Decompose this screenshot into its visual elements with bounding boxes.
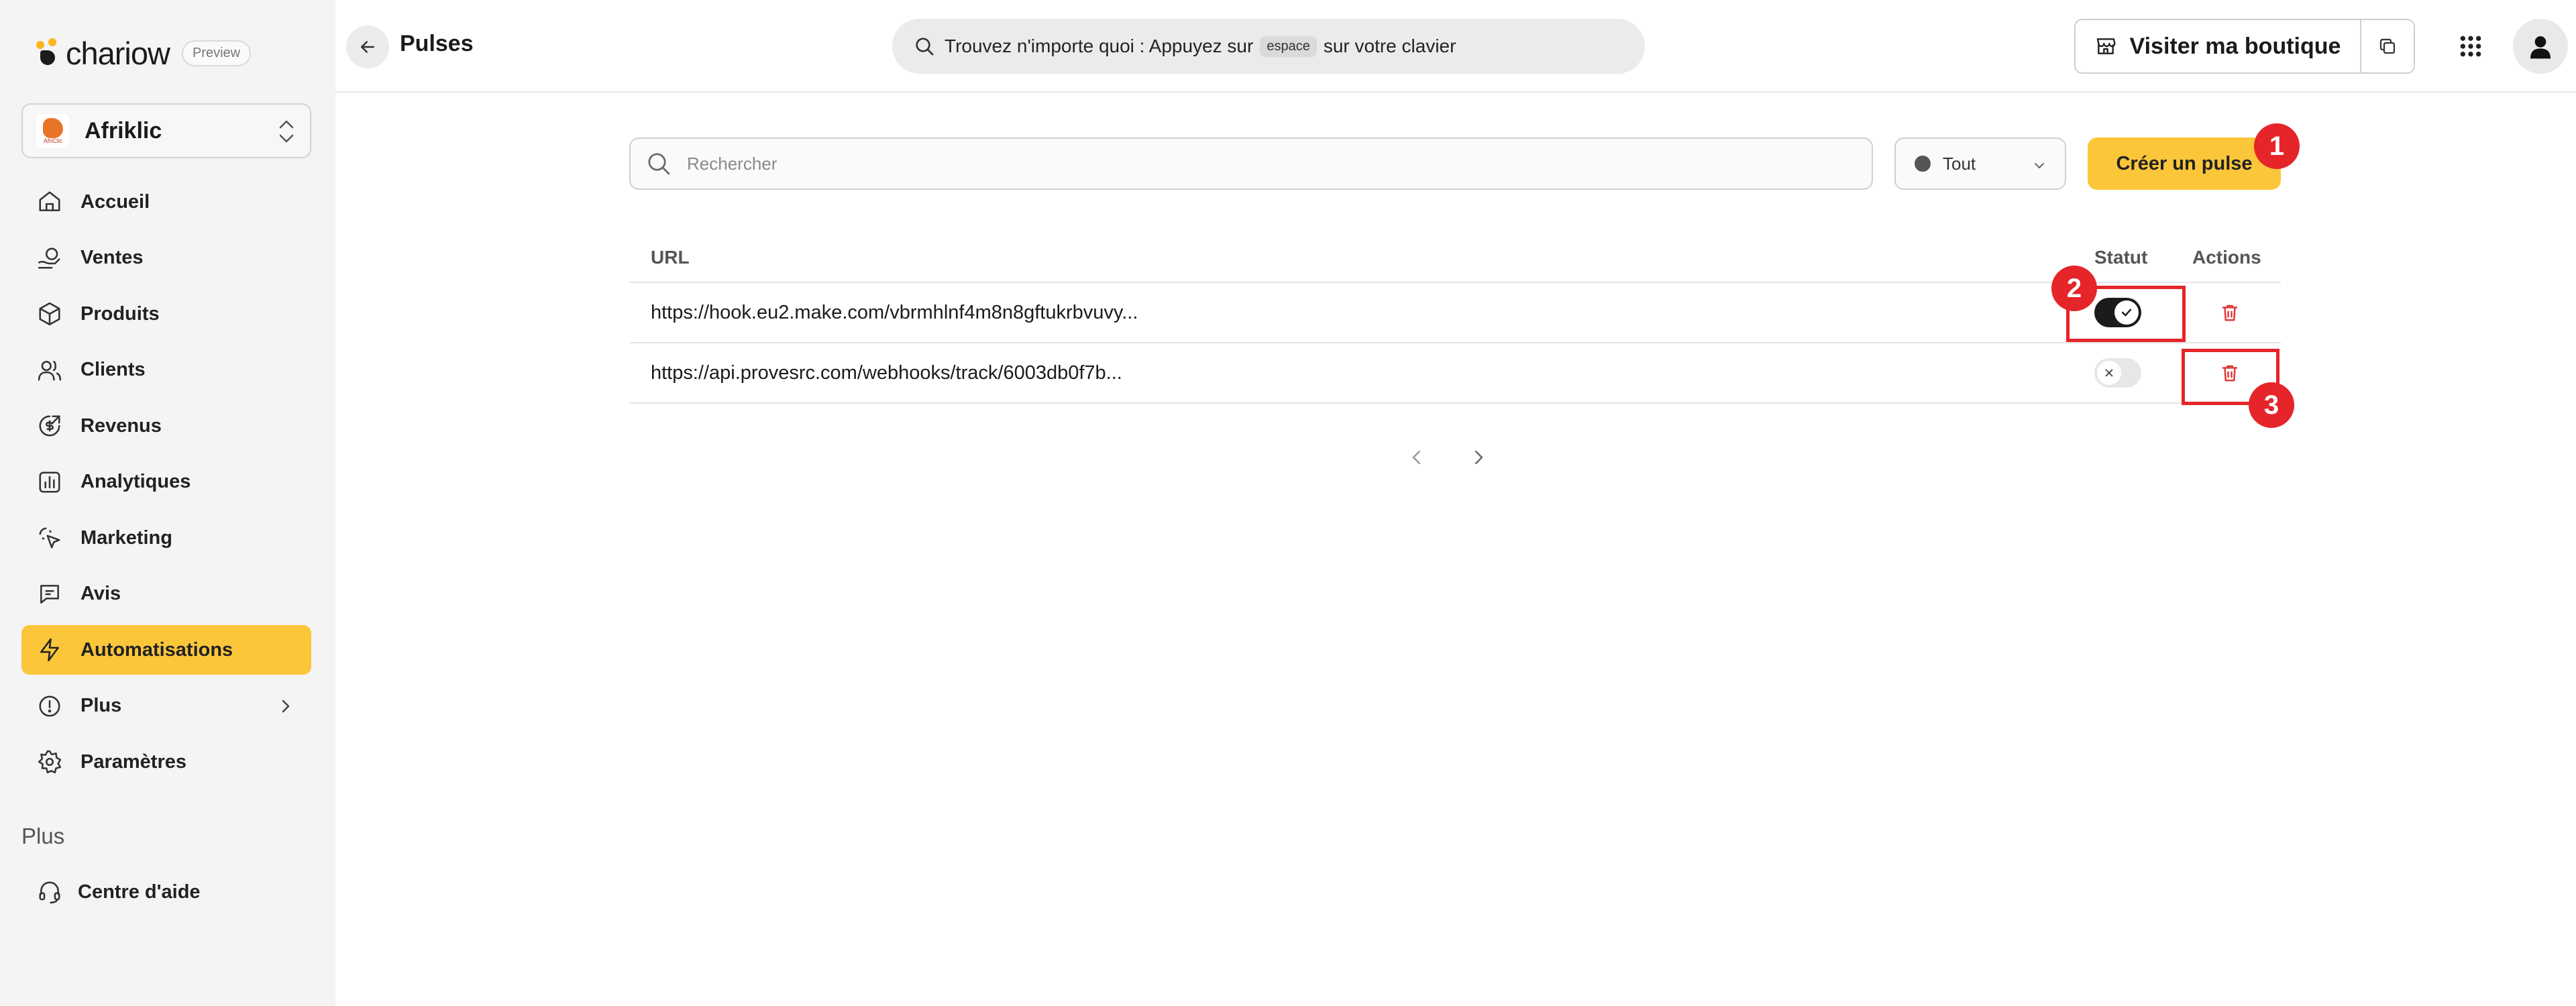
sales-icon — [36, 245, 63, 272]
grid-icon — [2460, 36, 2481, 57]
sidebar-item-label: Plus — [80, 695, 122, 716]
comment-icon — [36, 581, 63, 608]
keyboard-key-badge: espace — [1260, 36, 1317, 57]
sidebar-item-plus[interactable]: Plus — [21, 681, 311, 731]
arrow-left-icon — [361, 41, 374, 53]
sidebar-item-help-center[interactable]: Centre d'aide — [36, 871, 201, 913]
sidebar-item-automatisations[interactable]: Automatisations — [21, 625, 311, 675]
cursor-icon — [36, 524, 63, 551]
top-header: Pulses Trouvez n'importe quoi : Appuyez … — [335, 0, 2576, 93]
sidebar-item-label: Marketing — [80, 526, 172, 549]
home-icon — [36, 188, 63, 215]
pulse-url: https://hook.eu2.make.com/vbrmhlnf4m8n8g… — [651, 302, 1138, 323]
brand-logo[interactable]: chariow Preview — [35, 35, 252, 71]
store-name: Afriklic — [85, 117, 162, 144]
sidebar-item-analytiques[interactable]: Analytiques — [21, 457, 311, 507]
pulses-table: URL Statut Actions https://hook.eu2.make… — [629, 235, 2281, 404]
previous-page-button[interactable] — [1405, 443, 1429, 472]
status-toggle[interactable] — [2094, 358, 2141, 388]
sidebar-item-label: Avis — [80, 583, 121, 604]
sidebar-item-ventes[interactable]: Ventes — [21, 233, 311, 283]
visit-shop-button[interactable]: Visiter ma boutique — [2076, 20, 2360, 72]
sidebar-item-parametres[interactable]: Paramètres — [21, 737, 311, 787]
users-icon — [36, 357, 63, 384]
chevron-right-icon — [1475, 451, 1483, 464]
create-pulse-button[interactable]: Créer un pulse — [2088, 137, 2281, 190]
sidebar-item-revenus[interactable]: Revenus — [21, 401, 311, 451]
search-hint-prefix: Trouvez n'importe quoi : Appuyez sur — [945, 36, 1254, 56]
column-header-url: URL — [651, 247, 690, 268]
pulse-search-field[interactable] — [629, 137, 1873, 190]
analytics-icon — [36, 469, 63, 496]
sidebar-item-marketing[interactable]: Marketing — [21, 513, 311, 563]
revenue-icon — [36, 412, 63, 439]
info-icon — [36, 693, 63, 720]
back-button[interactable] — [346, 25, 389, 68]
sidebar-item-label: Produits — [80, 302, 160, 325]
status-filter-select[interactable]: Tout — [1894, 137, 2066, 190]
sidebar-item-label: Centre d'aide — [78, 881, 201, 903]
filter-value: Tout — [1943, 153, 1976, 174]
apps-grid-button[interactable] — [2449, 24, 2493, 68]
chariow-logo-icon — [35, 38, 62, 68]
sidebar-item-label: Revenus — [80, 414, 162, 437]
table-row: https://hook.eu2.make.com/vbrmhlnf4m8n8g… — [629, 283, 2281, 343]
sidebar-item-accueil[interactable]: Accueil — [21, 177, 311, 227]
annotation-marker-3: 3 — [2249, 382, 2294, 428]
sidebar-item-label: Paramètres — [80, 750, 186, 773]
page-title: Pulses — [400, 31, 474, 56]
preview-badge: Preview — [181, 40, 252, 66]
copy-link-button[interactable] — [2360, 20, 2414, 72]
pagination — [1405, 443, 1491, 472]
user-icon — [2530, 36, 2551, 59]
store-icon — [2096, 38, 2116, 54]
search-icon — [648, 153, 670, 175]
close-icon — [2097, 361, 2121, 385]
sidebar-nav: Accueil Ventes Produits Clients Revenus — [21, 177, 311, 793]
sidebar-item-avis[interactable]: Avis — [21, 569, 311, 619]
next-page-button[interactable] — [1466, 443, 1491, 472]
column-header-actions: Actions — [2192, 247, 2261, 268]
search-hint-suffix: sur votre clavier — [1323, 36, 1456, 56]
chevron-down-icon — [2035, 163, 2044, 168]
store-switcher[interactable]: AfriClic Afriklic — [21, 103, 311, 158]
sidebar-section-heading: Plus — [21, 824, 65, 848]
sidebar-item-produits[interactable]: Produits — [21, 289, 311, 339]
brand-name: chariow — [66, 35, 170, 71]
table-header: URL Statut Actions — [629, 235, 2281, 283]
pulse-url: https://api.provesrc.com/webhooks/track/… — [651, 362, 1122, 384]
visit-shop-group: Visiter ma boutique — [2074, 19, 2415, 74]
table-row: https://api.provesrc.com/webhooks/track/… — [629, 343, 2281, 404]
command-search-bar[interactable]: Trouvez n'importe quoi : Appuyez sur esp… — [892, 19, 1645, 74]
store-avatar: AfriClic — [36, 114, 70, 148]
chevron-up-down-icon — [279, 120, 294, 143]
annotation-marker-2: 2 — [2051, 266, 2097, 311]
trash-icon — [2222, 304, 2238, 321]
copy-icon — [2379, 38, 2396, 54]
search-icon — [916, 38, 934, 56]
sidebar: chariow Preview AfriClic Afriklic Accuei… — [0, 0, 335, 1006]
sidebar-item-label: Analytiques — [80, 471, 191, 492]
sidebar-item-label: Accueil — [80, 190, 150, 213]
sidebar-item-clients[interactable]: Clients — [21, 345, 311, 395]
bolt-icon — [36, 636, 63, 663]
box-icon — [36, 300, 63, 327]
delete-button[interactable] — [2216, 299, 2243, 326]
sidebar-item-label: Automatisations — [80, 638, 233, 661]
sidebar-item-label: Ventes — [80, 247, 144, 268]
headset-icon — [36, 879, 63, 905]
gear-icon — [36, 748, 63, 775]
status-dot-icon — [1915, 156, 1931, 172]
chevron-right-icon — [282, 700, 290, 712]
search-input[interactable] — [687, 153, 1827, 174]
user-avatar-button[interactable] — [2513, 19, 2568, 74]
visit-shop-label: Visiter ma boutique — [2129, 33, 2341, 59]
sidebar-item-label: Clients — [80, 359, 146, 380]
annotation-marker-1: 1 — [2254, 123, 2300, 169]
column-header-status: Statut — [2094, 247, 2148, 268]
chevron-left-icon — [1412, 451, 1420, 464]
